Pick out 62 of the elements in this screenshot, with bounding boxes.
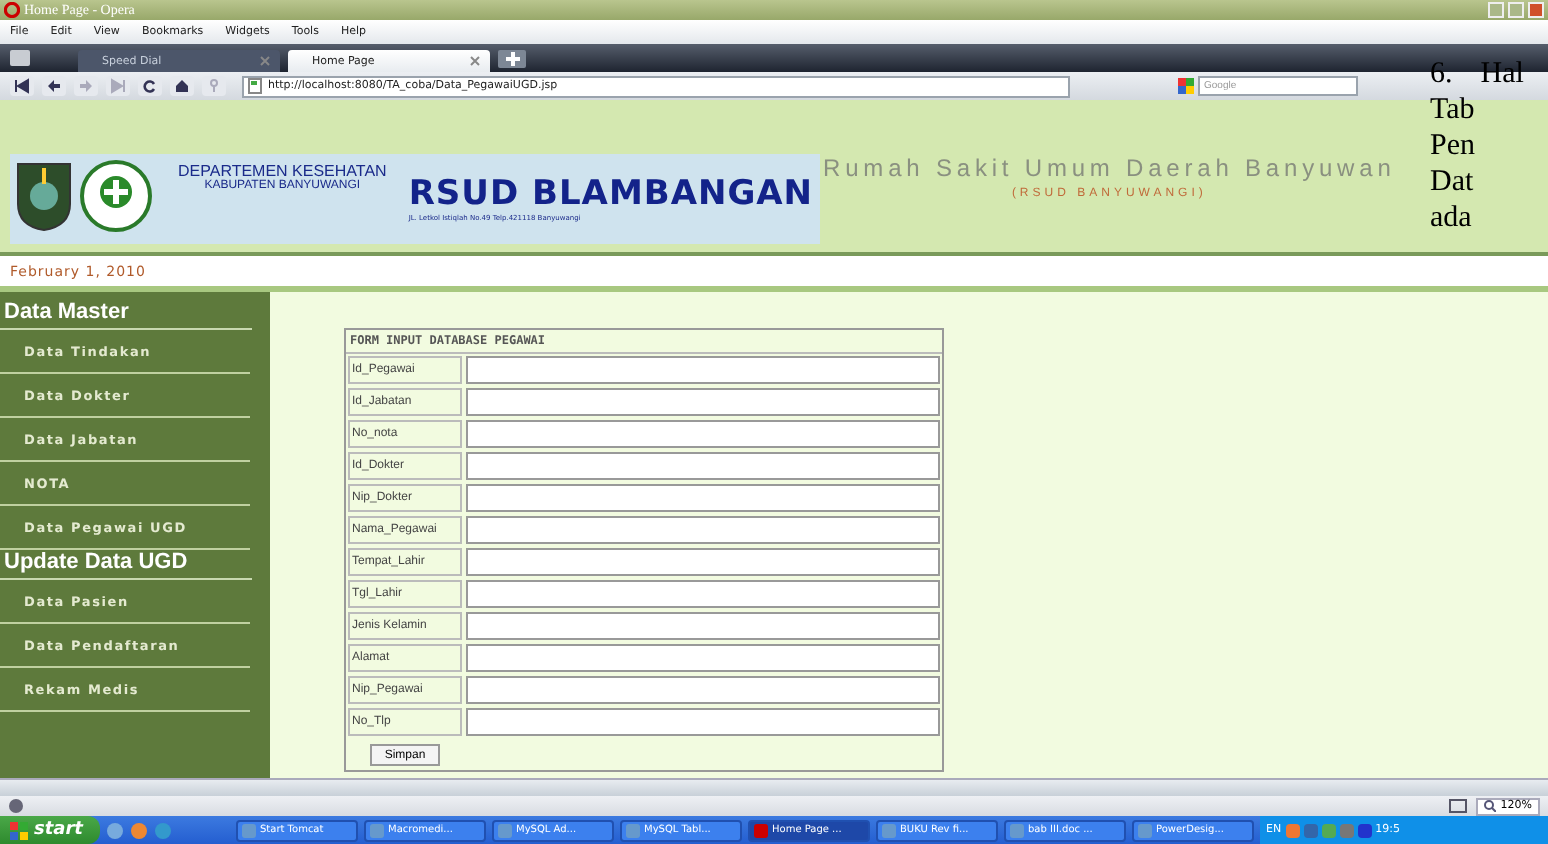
back-button[interactable] xyxy=(42,76,66,96)
magnifier-icon xyxy=(1484,800,1497,812)
home-icon xyxy=(174,78,190,94)
app-icon xyxy=(498,823,512,837)
input-field[interactable] xyxy=(466,708,940,736)
input-field[interactable] xyxy=(466,484,940,512)
app-icon xyxy=(626,823,640,837)
windows-logo-icon xyxy=(10,821,28,839)
minimize-button[interactable] xyxy=(1488,2,1504,18)
input-field[interactable] xyxy=(466,356,940,384)
google-icon xyxy=(1178,78,1194,94)
app-icon xyxy=(242,823,256,837)
document-text: Pen xyxy=(1430,128,1477,164)
document-text: ada xyxy=(1430,200,1474,236)
document-text: Tab xyxy=(1430,92,1477,128)
department-name: DEPARTEMEN KESEHATAN xyxy=(178,162,387,180)
opera-icon xyxy=(4,2,20,18)
reload-icon xyxy=(142,78,158,94)
reload-button[interactable] xyxy=(138,76,162,96)
plus-icon xyxy=(505,52,519,66)
rewind-icon xyxy=(14,78,30,94)
maximize-button[interactable] xyxy=(1508,2,1524,18)
panel-toggle-button[interactable] xyxy=(10,50,30,66)
document-text: Dat xyxy=(1430,164,1476,200)
forward-icon xyxy=(78,78,94,94)
crest-drawing xyxy=(14,160,74,232)
input-field[interactable] xyxy=(466,548,940,576)
input-field[interactable] xyxy=(466,644,940,672)
key-icon xyxy=(206,78,222,94)
fast-forward-button[interactable] xyxy=(106,76,130,96)
rewind-button[interactable] xyxy=(10,76,34,96)
close-icon xyxy=(260,56,270,66)
app-icon xyxy=(1010,823,1024,837)
status-icon xyxy=(8,798,24,814)
input-field[interactable] xyxy=(466,388,940,416)
app-icon xyxy=(370,823,384,837)
forward-button[interactable] xyxy=(74,76,98,96)
close-button[interactable] xyxy=(1528,2,1544,18)
app-icon xyxy=(882,823,896,837)
input-field[interactable] xyxy=(466,420,940,448)
new-tab-button[interactable] xyxy=(498,50,526,68)
hospital-name: RSUD BLAMBANGAN xyxy=(408,176,814,214)
app-icon xyxy=(754,823,768,837)
close-icon xyxy=(470,56,480,66)
fast-forward-icon xyxy=(110,78,126,94)
page-icon xyxy=(248,78,262,94)
sidebar-heading: Update Data UGD xyxy=(0,550,252,580)
hospital-title: Rumah Sakit Umum Daerah Banyuwan xyxy=(823,154,1396,182)
app-icon xyxy=(1138,823,1152,837)
key-button[interactable] xyxy=(202,76,226,96)
start-button[interactable]: start xyxy=(0,816,100,844)
input-field[interactable] xyxy=(466,452,940,480)
input-field[interactable] xyxy=(466,676,940,704)
horizontal-scrollbar[interactable] xyxy=(0,778,1548,796)
health-emblem-drawing xyxy=(80,160,152,232)
home-button[interactable] xyxy=(170,76,194,96)
input-field[interactable] xyxy=(466,580,940,608)
input-field[interactable] xyxy=(466,516,940,544)
back-icon xyxy=(46,78,62,94)
sidebar-heading: Data Master xyxy=(0,300,252,330)
view-icon xyxy=(1448,798,1469,814)
input-field[interactable] xyxy=(466,612,940,640)
